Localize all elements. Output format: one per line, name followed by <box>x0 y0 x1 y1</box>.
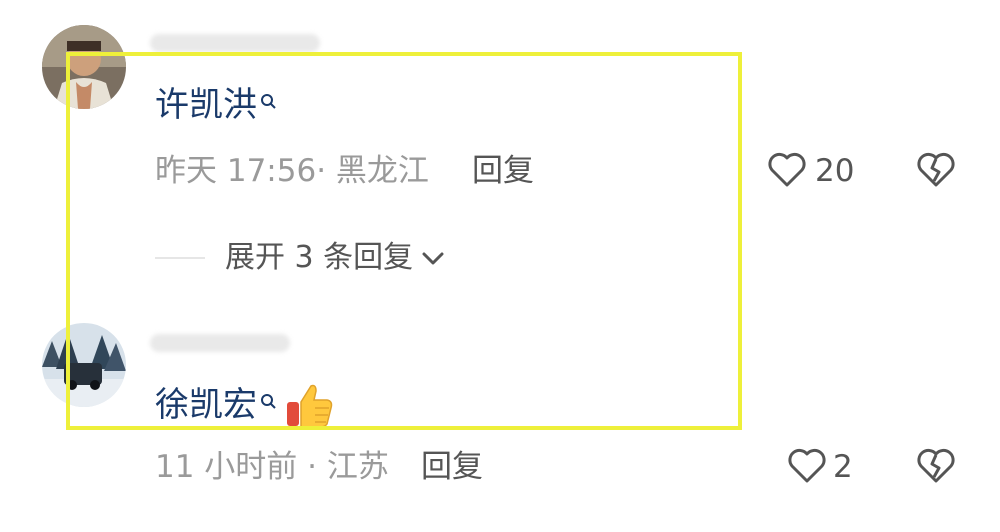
comment-meta: 昨天 17:56· 黑龙江 <box>155 153 429 189</box>
avatar[interactable] <box>42 25 126 109</box>
username-row: 许凯洪 <box>155 88 277 122</box>
dislike-button[interactable] <box>915 446 957 488</box>
reply-button[interactable]: 回复 <box>421 452 483 483</box>
expand-replies[interactable]: 展开 3 条回复 <box>155 243 445 273</box>
comment-item: 许凯洪 昨天 17:56· 黑龙江 回复 20 展开 3 条回复 <box>0 0 1000 300</box>
comment-meta: 11 小时前 · 江苏 <box>155 449 389 485</box>
search-icon <box>259 392 277 414</box>
like-count: 2 <box>833 448 853 485</box>
reply-button[interactable]: 回复 <box>472 156 534 187</box>
avatar[interactable] <box>42 323 126 407</box>
username-blurred <box>150 34 320 52</box>
expand-replies-label: 展开 3 条回复 <box>225 240 414 275</box>
like-button[interactable]: 2 <box>787 446 853 488</box>
dislike-button[interactable] <box>915 150 957 192</box>
like-button[interactable]: 20 <box>767 150 854 192</box>
avatar-image <box>42 323 126 407</box>
username-blurred <box>150 334 290 352</box>
avatar-image <box>42 25 126 109</box>
chevron-down-icon <box>421 243 445 273</box>
heart-outline-icon <box>787 446 827 488</box>
heart-outline-icon <box>767 150 807 192</box>
expand-replies-label-row: 展开 3 条回复 <box>225 243 445 273</box>
search-icon <box>259 92 277 114</box>
divider-line <box>155 257 205 259</box>
username[interactable]: 徐凯宏 <box>155 388 257 422</box>
like-count: 20 <box>815 152 855 189</box>
thumbs-up-emoji <box>285 382 335 434</box>
username[interactable]: 许凯洪 <box>155 88 257 122</box>
broken-heart-icon <box>915 152 957 192</box>
username-row: 徐凯宏 <box>155 384 335 434</box>
comment-item: 徐凯宏 11 小时前 · 江苏 回复 2 <box>0 300 1000 532</box>
broken-heart-icon <box>915 448 957 488</box>
